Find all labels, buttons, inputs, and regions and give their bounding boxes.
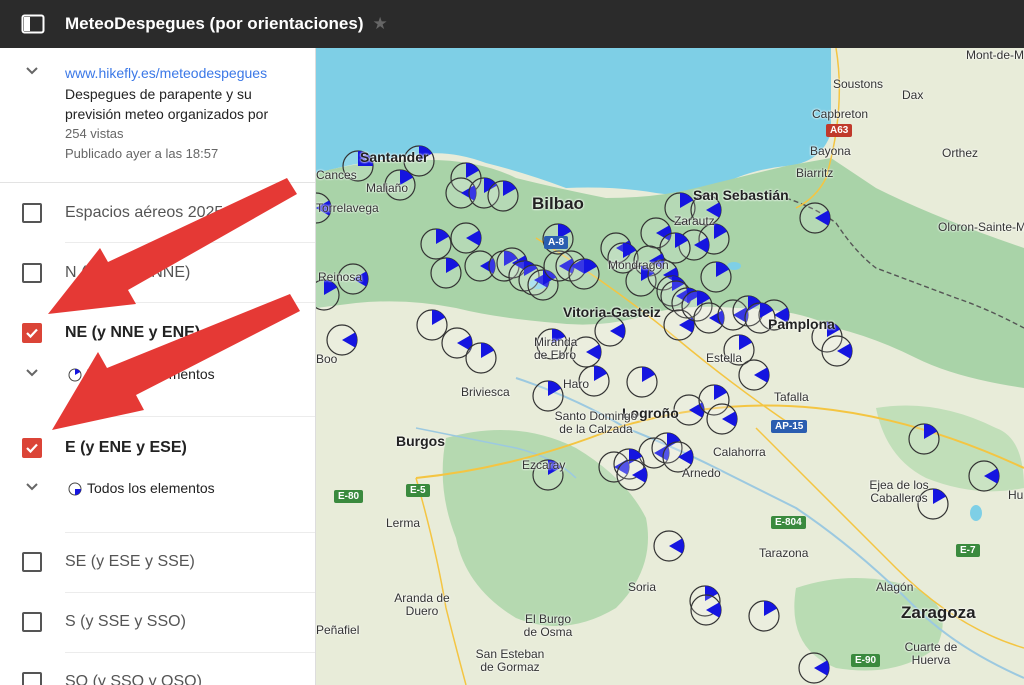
place-label: Burgos [396,433,445,449]
place-label: Santander [360,149,429,165]
road-sign: A-8 [544,236,569,249]
place-label: Aranda de Duero [394,591,450,618]
place-label: Vitoria-Gasteiz [563,304,661,320]
place-label: Alagón [876,580,914,594]
layer-southeast: SE (y ESE y SSE) [0,533,315,593]
road-sign: E-7 [956,544,980,557]
place-label: San Sebastián [693,187,789,203]
sidebar-toggle-button[interactable] [13,4,53,44]
layer-south: S (y SSE y SSO) [0,593,315,653]
place-label: Zarautz [674,214,715,228]
road-sign: A63 [826,124,853,137]
layer-checkbox[interactable] [22,672,42,685]
place-label: Peñafiel [316,623,360,637]
place-label: Capbreton [812,107,869,121]
place-label: Santo Domingo de la Calzada [554,409,638,436]
layer-label: SO (y SSO y OSO) [65,673,202,685]
layers-sidebar: www.hikefly.es/meteodespegues Despegues … [0,48,316,685]
layer-label: SE (y ESE y SSE) [65,553,195,570]
road-sign: E-80 [334,490,364,503]
layer-southwest: SO (y SSO y OSO) [0,653,315,685]
layer-sub-all-elements[interactable]: Todos los elementos [0,474,315,504]
divider [65,416,315,417]
place-label: Torrelavega [316,201,379,215]
place-label: Arnedo [682,466,721,480]
layer-label: N (y NNO y NNE) [65,264,191,281]
view-count: 254 vistas [65,126,124,141]
layer-airspaces: Espacios aéreos 2025 [0,183,315,243]
place-label: Mondragón [608,258,669,272]
layer-north: N (y NNO y NNE) [0,243,315,303]
place-label: San Esteban de Gormaz [475,647,545,674]
place-label: Dax [902,88,924,102]
place-label: Maliaño [366,181,409,195]
road-sign: AP-15 [771,420,808,433]
place-label: El Burgo de Osma [523,612,573,639]
layer-checkbox-checked[interactable] [22,323,42,343]
place-label: Pamplona [768,316,835,332]
place-label: Mont-de-M [966,48,1024,62]
place-label: Reinosa [318,270,363,284]
layer-east: E (y ENE y ESE) Todos los elementos [0,418,315,533]
place-label: Soria [628,580,657,594]
place-label: Cuarte de Huerva [904,640,958,667]
layer-label: S (y SSE y SSO) [65,613,186,630]
place-label: Lerma [386,516,421,530]
road-sign: E-90 [851,654,881,667]
place-label: Haro [563,377,590,391]
pie-style-icon [68,482,82,496]
map-canvas[interactable]: Santander Maliaño Torrelavega Reinosa Bi… [316,48,1024,685]
layer-checkbox-checked[interactable] [22,438,42,458]
layer-label: E (y ENE y ESE) [65,439,187,456]
layer-checkbox[interactable] [22,552,42,572]
layer-sub-all-elements[interactable]: Todos los elementos [0,360,315,390]
road-sign: E-5 [406,484,430,497]
place-label: Ejea de los Caballeros [869,478,929,505]
collapse-chevron-icon[interactable] [25,66,39,76]
place-label: Orthez [942,146,979,160]
pie-style-icon [68,368,82,382]
place-label: Tafalla [774,390,809,404]
expand-chevron-icon[interactable] [25,482,39,492]
place-label: Hu [1008,488,1024,502]
layer-label: Espacios aéreos 2025 [65,204,224,221]
app-header: MeteoDespegues (por orientaciones) ★ [0,0,1024,48]
checkmark-icon [26,328,38,339]
place-label: Bilbao [532,194,584,213]
layer-northeast: NE (y NNE y ENE) Todos los elementos [0,303,315,418]
map-description: Despegues de parapente y su previsión me… [65,86,269,122]
place-label: Boo [316,352,338,366]
star-icon[interactable]: ★ [373,14,388,34]
map-background [316,48,1024,685]
place-label: Cances [316,168,357,182]
layer-checkbox[interactable] [22,263,42,283]
place-label: Soustons [833,77,884,91]
map-title: MeteoDespegues (por orientaciones) [65,14,364,33]
place-label: Zaragoza [901,603,976,622]
sub-label: Todos los elementos [87,480,215,496]
layer-checkbox[interactable] [22,612,42,632]
place-label: Briviesca [461,385,510,399]
place-label: Ezcaray [522,458,566,472]
place-label: Estella [706,351,743,365]
place-label: Tarazona [759,546,809,560]
place-label: Bayona [810,144,851,158]
map-info-panel: www.hikefly.es/meteodespegues Despegues … [0,48,315,183]
expand-chevron-icon[interactable] [25,368,39,378]
place-label: Calahorra [713,445,766,459]
layer-checkbox[interactable] [22,203,42,223]
map-link[interactable]: www.hikefly.es/meteodespegues [65,65,267,81]
road-sign: E-804 [771,516,806,529]
sidebar-toggle-icon [21,14,45,34]
place-label: Biarritz [796,166,834,180]
place-label: Oloron-Sainte-M [938,220,1024,234]
layer-label: NE (y NNE y ENE) [65,324,201,341]
published-date: Publicado ayer a las 18:57 [65,146,219,161]
sub-label: Todos los elementos [87,366,215,382]
place-label: Miranda de Ebro [534,335,578,362]
checkmark-icon [26,443,38,454]
